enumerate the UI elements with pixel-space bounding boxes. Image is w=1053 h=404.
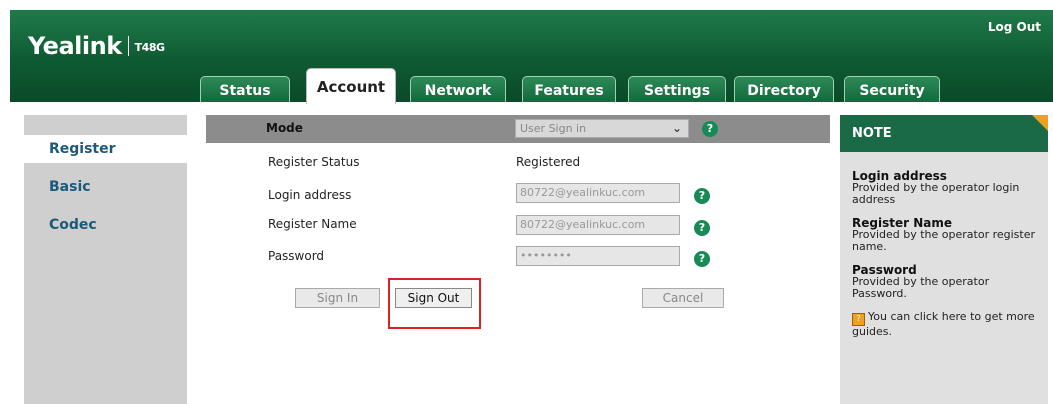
password-label: Password — [268, 249, 325, 263]
register-status-label: Register Status — [268, 155, 360, 169]
note-item-text: Provided by the operator login address — [852, 181, 1020, 206]
sidebar-item-codec[interactable]: Codec — [24, 217, 187, 233]
tab-settings[interactable]: Settings — [628, 76, 726, 102]
mode-select[interactable]: User Sign in ⌄ — [515, 119, 689, 138]
help-icon[interactable]: ? — [694, 220, 710, 236]
sidebar-item-basic[interactable]: Basic — [24, 179, 187, 195]
sign-out-highlight-box — [388, 278, 481, 329]
tab-security[interactable]: Security — [844, 76, 940, 102]
note-panel: NOTE Login address Provided by the opera… — [840, 115, 1048, 404]
note-item: Login address Provided by the operator l… — [852, 170, 1040, 206]
tab-features[interactable]: Features — [522, 76, 616, 102]
register-status-value: Registered — [516, 155, 581, 169]
chevron-down-icon: ⌄ — [671, 121, 682, 135]
cancel-button[interactable]: Cancel — [642, 288, 724, 308]
note-item: Register Name Provided by the operator r… — [852, 217, 1040, 253]
login-address-field[interactable]: 80722@yealinkuc.com — [516, 183, 680, 203]
note-body: Login address Provided by the operator l… — [852, 170, 1040, 349]
note-title: NOTE — [840, 115, 1048, 152]
tab-directory[interactable]: Directory — [734, 76, 834, 102]
yealink-logo: Yealink T48G — [28, 32, 165, 60]
sidebar-item-register[interactable]: Register — [24, 135, 187, 163]
logout-link[interactable]: Log Out — [988, 20, 1041, 34]
tab-account[interactable]: Account — [306, 68, 396, 104]
register-name-field[interactable]: 80722@yealinkuc.com — [516, 215, 680, 235]
guide-link-text[interactable]: You can click here to get more guides. — [852, 310, 1035, 338]
register-name-label: Register Name — [268, 217, 357, 231]
password-field[interactable]: •••••••• — [516, 246, 680, 266]
help-icon[interactable]: ? — [694, 188, 710, 204]
model-name: T48G — [134, 41, 165, 54]
left-sidebar: Register Basic Codec — [24, 115, 187, 404]
note-item: Password Provided by the operator Passwo… — [852, 264, 1040, 300]
help-icon[interactable]: ? — [694, 251, 710, 267]
sign-in-button[interactable]: Sign In — [295, 288, 380, 308]
tab-network[interactable]: Network — [410, 76, 506, 102]
mode-select-value: User Sign in — [520, 122, 587, 135]
tab-status[interactable]: Status — [200, 76, 290, 102]
login-address-label: Login address — [268, 188, 352, 202]
note-item-text: Provided by the operator register name. — [852, 228, 1036, 253]
register-form: Mode User Sign in ⌄ ? Register Status Re… — [196, 115, 830, 404]
note-item-text: Provided by the operator Password. — [852, 275, 990, 300]
mode-row: Mode User Sign in ⌄ ? — [206, 115, 830, 143]
header-bar: Yealink T48G Log Out Status Account Netwo… — [10, 10, 1053, 104]
guide-link[interactable]: ? You can click here to get more guides. — [852, 311, 1040, 338]
help-icon[interactable]: ? — [702, 121, 718, 137]
mode-label: Mode — [266, 121, 303, 135]
brand-name: Yealink — [28, 32, 122, 60]
note-corner-icon — [1032, 115, 1048, 131]
